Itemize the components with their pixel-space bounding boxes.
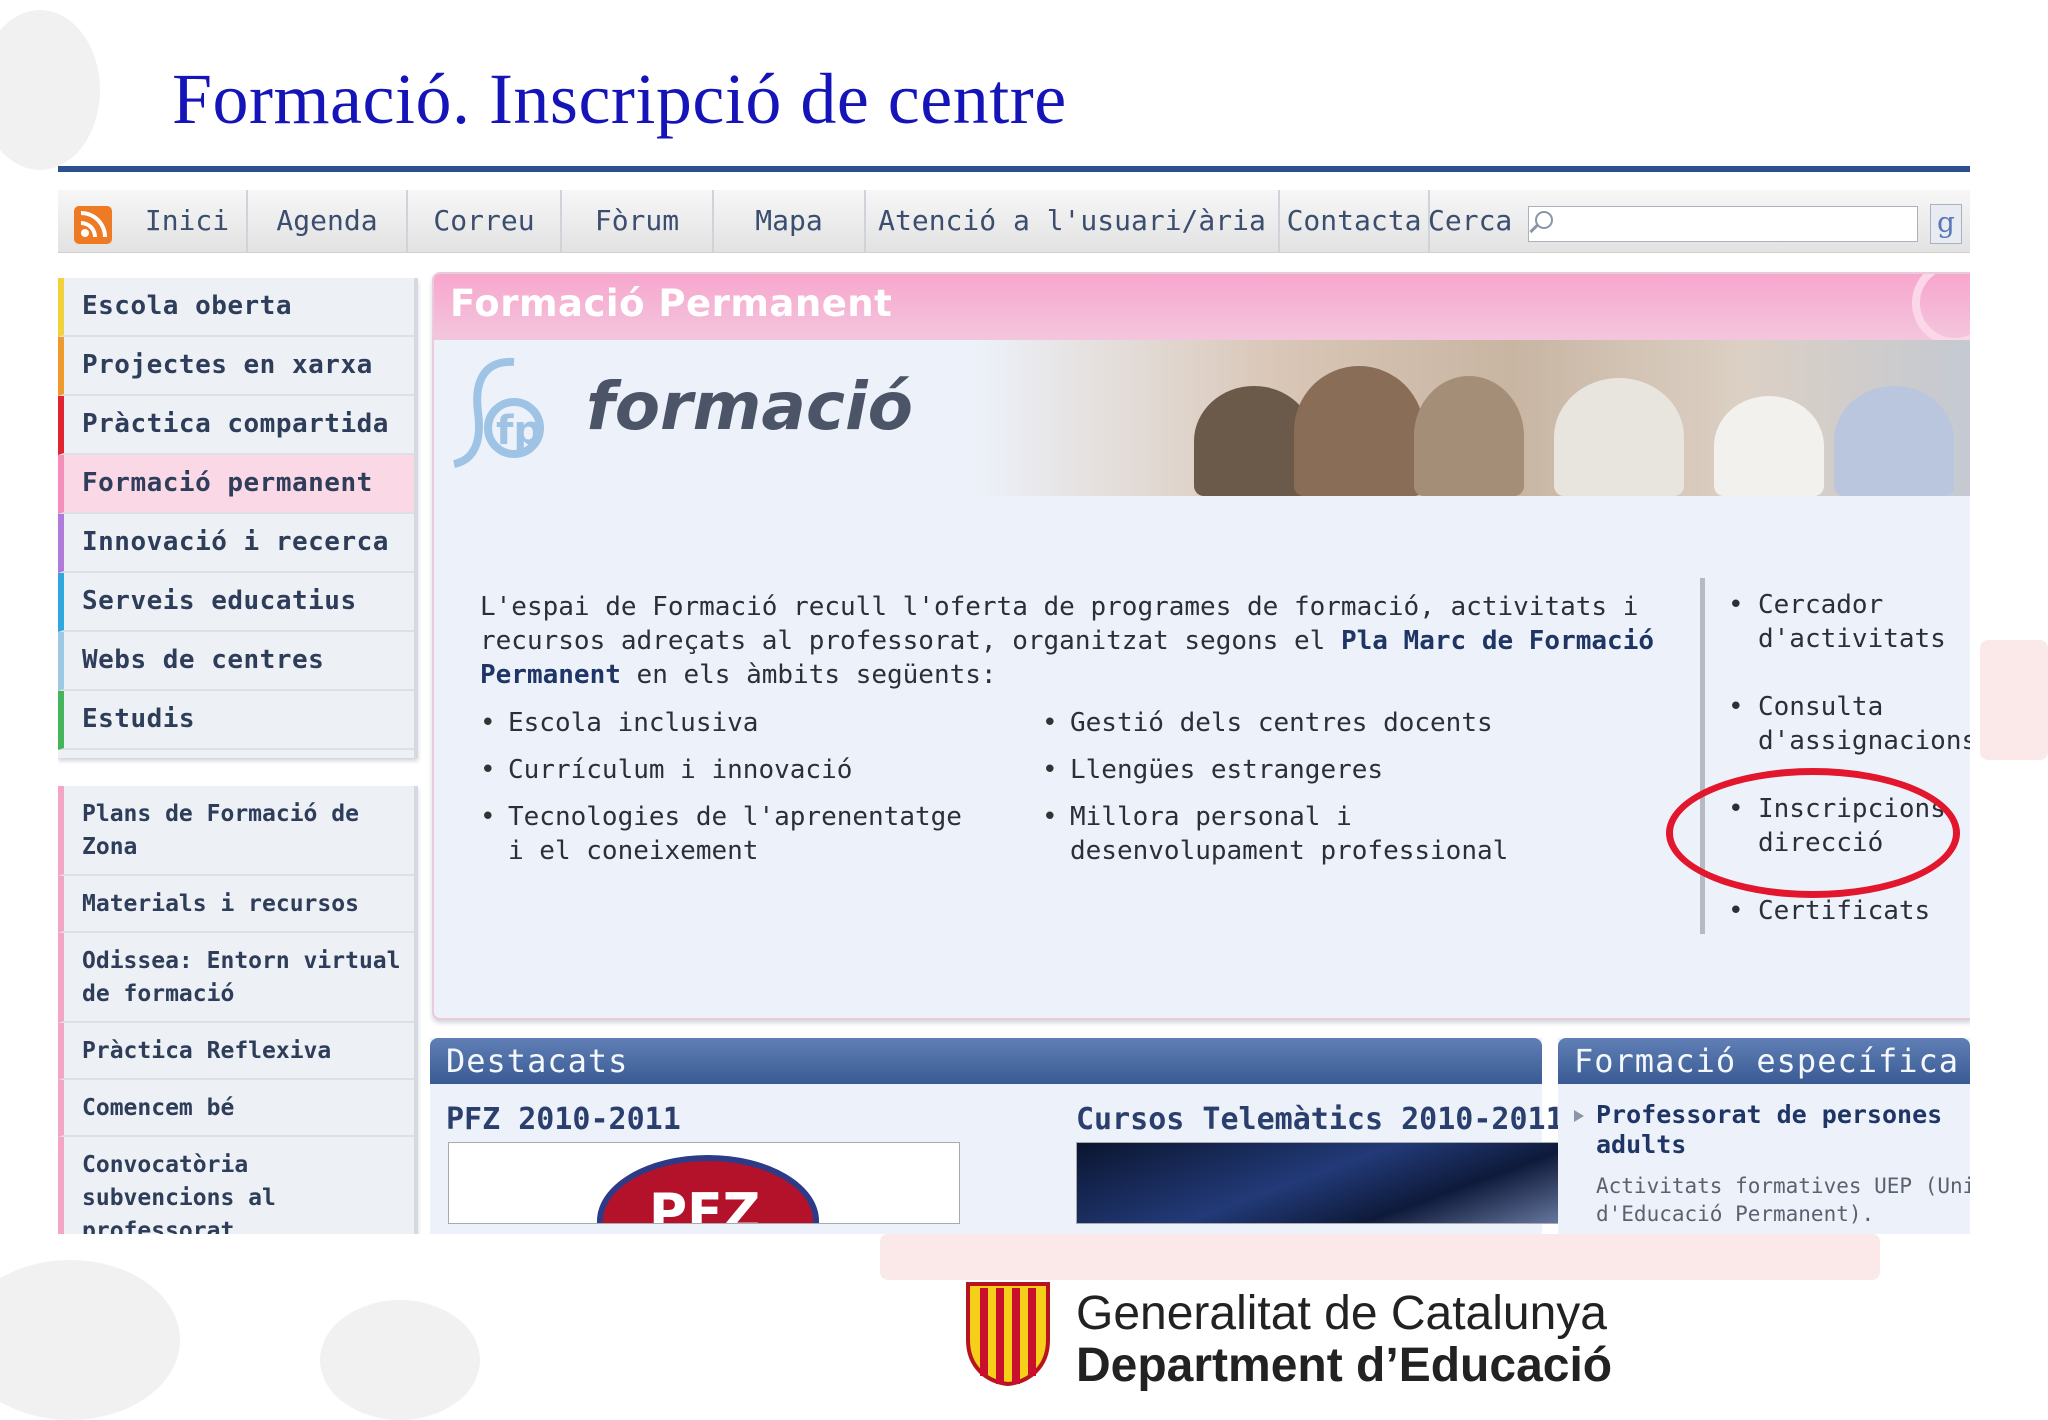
cursos-thumbnail[interactable] <box>1076 1142 1580 1224</box>
sidebar-subitem[interactable]: Plans de Formació de Zona <box>58 786 414 876</box>
photo-person <box>1714 396 1824 496</box>
nav-correu[interactable]: Correu <box>408 190 562 252</box>
website-screenshot: Inici Agenda Correu Fòrum Mapa Atenció a… <box>58 186 1970 1234</box>
title-divider <box>58 166 1970 172</box>
photo-person <box>1834 386 1954 496</box>
destacat-cursos[interactable]: Cursos Telemàtics 2010-2011 <box>1076 1102 1564 1137</box>
formacio-logo-text: formació <box>586 368 914 445</box>
rss-icon[interactable] <box>74 206 112 244</box>
sidebar-item-innovacio[interactable]: Innovació i recerca <box>58 514 414 573</box>
background-watermark <box>0 10 100 170</box>
nav-inici[interactable]: Inici <box>128 190 248 252</box>
destacat-pfz[interactable]: PFZ 2010-2011 <box>446 1102 681 1137</box>
photo-person <box>1554 378 1684 496</box>
top-navigation: Inici Agenda Correu Fòrum Mapa Atenció a… <box>58 190 1970 253</box>
background-watermark <box>320 1300 480 1420</box>
destacats-header: Destacats <box>430 1038 1542 1084</box>
formacio-permanent-panel: Formació Permanent fp formació L'espai d… <box>432 272 1970 1020</box>
description-line: Activitats formatives UEP (Uni <box>1596 1174 1970 1198</box>
area-item: Escola inclusiva <box>480 706 980 740</box>
link-certificats[interactable]: Certificats <box>1726 894 1966 928</box>
decorative-ring <box>1912 274 1970 346</box>
nav-forum[interactable]: Fòrum <box>562 190 714 252</box>
sidebar-item-estudis[interactable]: Estudis <box>58 691 414 750</box>
search-button[interactable]: g <box>1930 204 1962 244</box>
sidebar-item-formacio[interactable]: Formació permanent <box>58 455 414 514</box>
photo-person <box>1414 376 1524 496</box>
org-name: Generalitat de Catalunya <box>1076 1287 1607 1340</box>
pfz-thumbnail[interactable]: PFZ <box>448 1142 960 1224</box>
areas-list-left: Escola inclusiva Currículum i innovació … <box>480 706 980 881</box>
links-divider <box>1700 578 1705 934</box>
area-item: Tecnologies de l'aprenentatge i el conei… <box>480 800 980 868</box>
sidebar-item-serveis[interactable]: Serveis educatius <box>58 573 414 632</box>
banner-photo: fp formació <box>434 340 1970 496</box>
sidebar-item-projectes[interactable]: Projectes en xarxa <box>58 337 414 396</box>
area-item: Currículum i innovació <box>480 753 980 787</box>
sidebar-item-webs[interactable]: Webs de centres <box>58 632 414 691</box>
nav-contacta[interactable]: Contacta <box>1280 190 1430 252</box>
sidebar-item-practica[interactable]: Pràctica compartida <box>58 396 414 455</box>
sidebar-subitem[interactable]: Odissea: Entorn virtual de formació <box>58 933 414 1023</box>
link-professorat-adults[interactable]: Professorat de persones adults <box>1596 1100 1966 1160</box>
search-input[interactable] <box>1528 206 1918 242</box>
panel-title: Formació Permanent <box>450 282 893 325</box>
intro-text: L'espai de Formació recull l'oferta de p… <box>480 590 1680 692</box>
pfz-logo-text: PFZ <box>649 1183 761 1224</box>
area-item: Millora personal i desenvolupament profe… <box>1042 800 1582 868</box>
slide-title: Formació. Inscripció de centre <box>172 59 1067 139</box>
sidebar-subitem[interactable]: Materials i recursos <box>58 876 414 933</box>
area-item: Gestió dels centres docents <box>1042 706 1582 740</box>
background-watermark <box>0 1260 180 1420</box>
sidebar-secondary: Plans de Formació de Zona Materials i re… <box>58 786 418 1234</box>
search-icon <box>1535 211 1553 229</box>
sidebar-primary: Escola oberta Projectes en xarxa Pràctic… <box>58 278 418 758</box>
especifica-description: Activitats formatives UEP (Uni d'Educaci… <box>1596 1172 1970 1228</box>
department-name: Department d’Educació <box>1076 1339 1613 1392</box>
photo-person <box>1294 366 1424 496</box>
especifica-header: Formació específica <box>1558 1038 1970 1084</box>
sidebar-subitem[interactable]: Pràctica Reflexiva <box>58 1023 414 1080</box>
sidebar-item-escola-oberta[interactable]: Escola oberta <box>58 278 414 337</box>
destacats-panel: Destacats PFZ 2010-2011 Cursos Telemàtic… <box>430 1038 1580 1234</box>
search-label: Cerca <box>1428 204 1513 237</box>
nav-mapa[interactable]: Mapa <box>714 190 866 252</box>
areas-list-right: Gestió dels centres docents Llengües est… <box>1042 706 1582 881</box>
background-watermark <box>880 1234 1880 1280</box>
fp-logo-mark: fp <box>496 408 542 454</box>
fp-logo-icon: fp <box>452 357 544 468</box>
area-item: Llengües estrangeres <box>1042 753 1582 787</box>
formacio-especifica-panel: Formació específica Professorat de perso… <box>1558 1038 1970 1234</box>
link-consulta[interactable]: Consulta d'assignacions <box>1726 690 1970 758</box>
background-watermark <box>1980 640 2048 760</box>
sidebar-subitem[interactable]: Convocatòria subvencions al professorat <box>58 1137 414 1234</box>
nav-agenda[interactable]: Agenda <box>248 190 408 252</box>
intro-text-end: en els àmbits següents: <box>620 660 997 690</box>
description-line: d'Educació Permanent). <box>1596 1202 1875 1226</box>
link-cercador[interactable]: Cercador d'activitats <box>1726 588 1966 656</box>
nav-atencio-usuari[interactable]: Atenció a l'usuari/ària <box>866 190 1280 252</box>
cursos-image <box>1077 1143 1579 1223</box>
panel-header: Formació Permanent <box>434 274 1970 346</box>
sidebar-subitem[interactable]: Comencem bé <box>58 1080 414 1137</box>
highlight-ring <box>1666 768 1960 898</box>
especifica-title: Formació específica <box>1574 1042 1960 1080</box>
arrow-right-icon <box>1574 1110 1584 1122</box>
generalitat-logo-icon <box>966 1282 1050 1386</box>
destacats-title: Destacats <box>446 1042 629 1080</box>
